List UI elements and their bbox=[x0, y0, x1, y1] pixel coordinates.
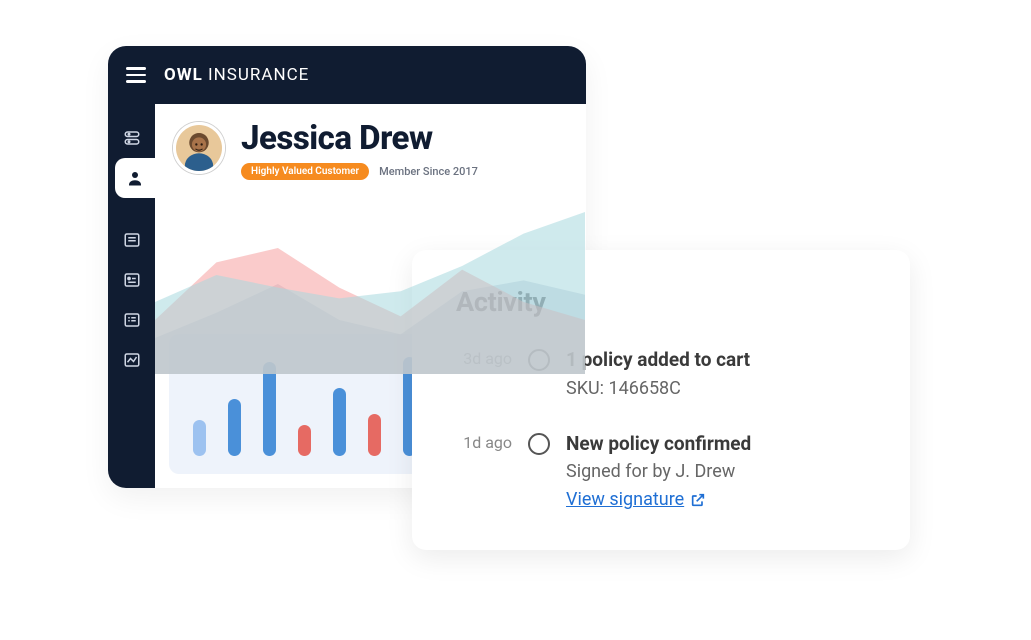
servers-icon bbox=[123, 129, 141, 147]
external-link-icon bbox=[690, 492, 706, 508]
bar bbox=[263, 362, 276, 456]
activity-sub: Signed for by J. Drew bbox=[566, 458, 866, 485]
profile-name: Jessica Drew bbox=[241, 122, 568, 157]
view-signature-link[interactable]: View signature bbox=[566, 489, 706, 510]
bar bbox=[368, 414, 381, 456]
person-icon bbox=[126, 169, 144, 187]
sidebar-item-form[interactable] bbox=[108, 260, 155, 300]
profile-header: Jessica Drew Highly Valued Customer Memb… bbox=[155, 104, 586, 186]
sidebar-item-checklist[interactable] bbox=[108, 300, 155, 340]
sidebar-item-profile[interactable] bbox=[115, 158, 155, 198]
activity-item: 1d ago New policy confirmed Signed for b… bbox=[456, 432, 866, 511]
chart-icon bbox=[123, 351, 141, 369]
sidebar bbox=[108, 104, 155, 488]
bar bbox=[228, 399, 241, 456]
checklist-icon bbox=[123, 311, 141, 329]
activity-sub: SKU: 146658C bbox=[566, 375, 866, 402]
activity-heading: 1 policy added to cart bbox=[566, 348, 866, 373]
form-icon bbox=[123, 271, 141, 289]
bar bbox=[298, 425, 311, 456]
activity-time: 1d ago bbox=[456, 432, 512, 452]
bar bbox=[333, 388, 346, 456]
avatar bbox=[173, 122, 225, 174]
bullet-icon bbox=[528, 433, 550, 455]
titlebar: OWL INSURANCE bbox=[108, 46, 586, 104]
sidebar-item-servers[interactable] bbox=[108, 118, 155, 158]
app-title: OWL INSURANCE bbox=[164, 65, 309, 85]
member-since: Member Since 2017 bbox=[379, 165, 478, 178]
list-icon bbox=[123, 231, 141, 249]
activity-heading: New policy confirmed bbox=[566, 432, 866, 457]
bar bbox=[193, 420, 206, 456]
menu-icon[interactable] bbox=[126, 67, 146, 83]
sidebar-item-list[interactable] bbox=[108, 220, 155, 260]
sidebar-item-chart[interactable] bbox=[108, 340, 155, 380]
area-chart bbox=[155, 194, 585, 374]
customer-badge: Highly Valued Customer bbox=[241, 163, 369, 180]
